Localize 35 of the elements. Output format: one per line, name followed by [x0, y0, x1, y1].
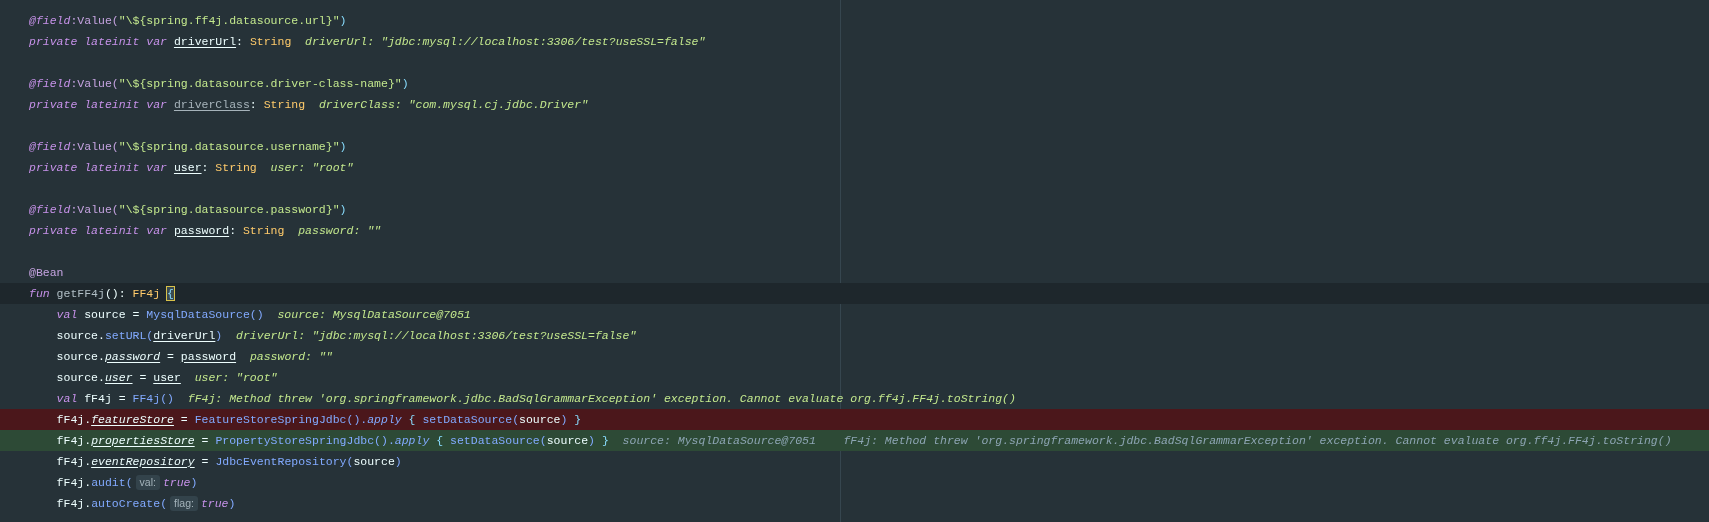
code-text: fF4j.featureStore = FeatureStoreSpringJdbc().apply { setDataSource(source) }	[55, 411, 582, 428]
code-text: fF4j.autoCreate(	[55, 495, 168, 512]
inline-value: fF4j: Method threw 'org.springframework.jdbc.BadSqlGrammarException' exception. Cannot evaluate org.ff4j.FF4j.toString()	[187, 390, 1016, 407]
code-text: true)	[162, 474, 198, 491]
code-text: fF4j.eventRepository = JdbcEventRepository(source)	[55, 453, 402, 470]
inline-value: password: ""	[298, 222, 381, 239]
parameter-hint: val:	[135, 474, 160, 491]
inline-value: driverClass: "com.mysql.cj.jdbc.Driver"	[318, 96, 589, 113]
code-text: true)	[200, 495, 236, 512]
inline-value: source: MysqlDataSource@7051	[622, 432, 816, 449]
code-text: private lateinit var driverUrl: String	[29, 33, 292, 50]
code-text: @field:Value("\${spring.datasource.username}")	[29, 138, 347, 155]
code-text: fF4j.audit(	[55, 474, 133, 491]
code-text: private lateinit var password: String	[29, 222, 285, 239]
code-text: source.user = user	[55, 369, 181, 386]
code-text: source.setURL(driverUrl)	[55, 327, 223, 344]
inline-value: driverUrl: "jdbc:mysql://localhost:3306/test?useSSL=false"	[236, 327, 637, 344]
code-text: fun getFF4j(): FF4j {	[29, 285, 174, 302]
inline-value: password: ""	[249, 348, 333, 365]
parameter-hint: flag:	[170, 495, 198, 512]
inline-value: fF4j: Method threw 'org.springframework.jdbc.BadSqlGrammarException' exception. Cannot evaluate org.ff4j.FF4j.toString()	[843, 432, 1672, 449]
code-text: @field:Value("\${spring.datasource.driver-class-name}")	[29, 75, 409, 92]
inline-value: source: MysqlDataSource@7051	[277, 306, 471, 323]
code-text: source.password = password	[55, 348, 237, 365]
code-text: private lateinit var user: String	[29, 159, 257, 176]
code-text: @field:Value("\${spring.ff4j.datasource.url}")	[29, 12, 347, 29]
inline-value: user: "root"	[270, 159, 354, 176]
code-text: @field:Value("\${spring.datasource.password}")	[29, 201, 347, 218]
code-text: val source = MysqlDataSource()	[55, 306, 264, 323]
inline-value: driverUrl: "jdbc:mysql://localhost:3306/test?useSSL=false"	[305, 33, 706, 50]
code-text: private lateinit var driverClass: String	[29, 96, 306, 113]
code-text: fF4j.propertiesStore = PropertyStoreSpringJdbc().apply { setDataSource(source) }	[55, 432, 609, 449]
code-text: @Bean	[29, 264, 64, 281]
inline-value: user: "root"	[194, 369, 278, 386]
code-text: val fF4j = FF4j()	[55, 390, 174, 407]
